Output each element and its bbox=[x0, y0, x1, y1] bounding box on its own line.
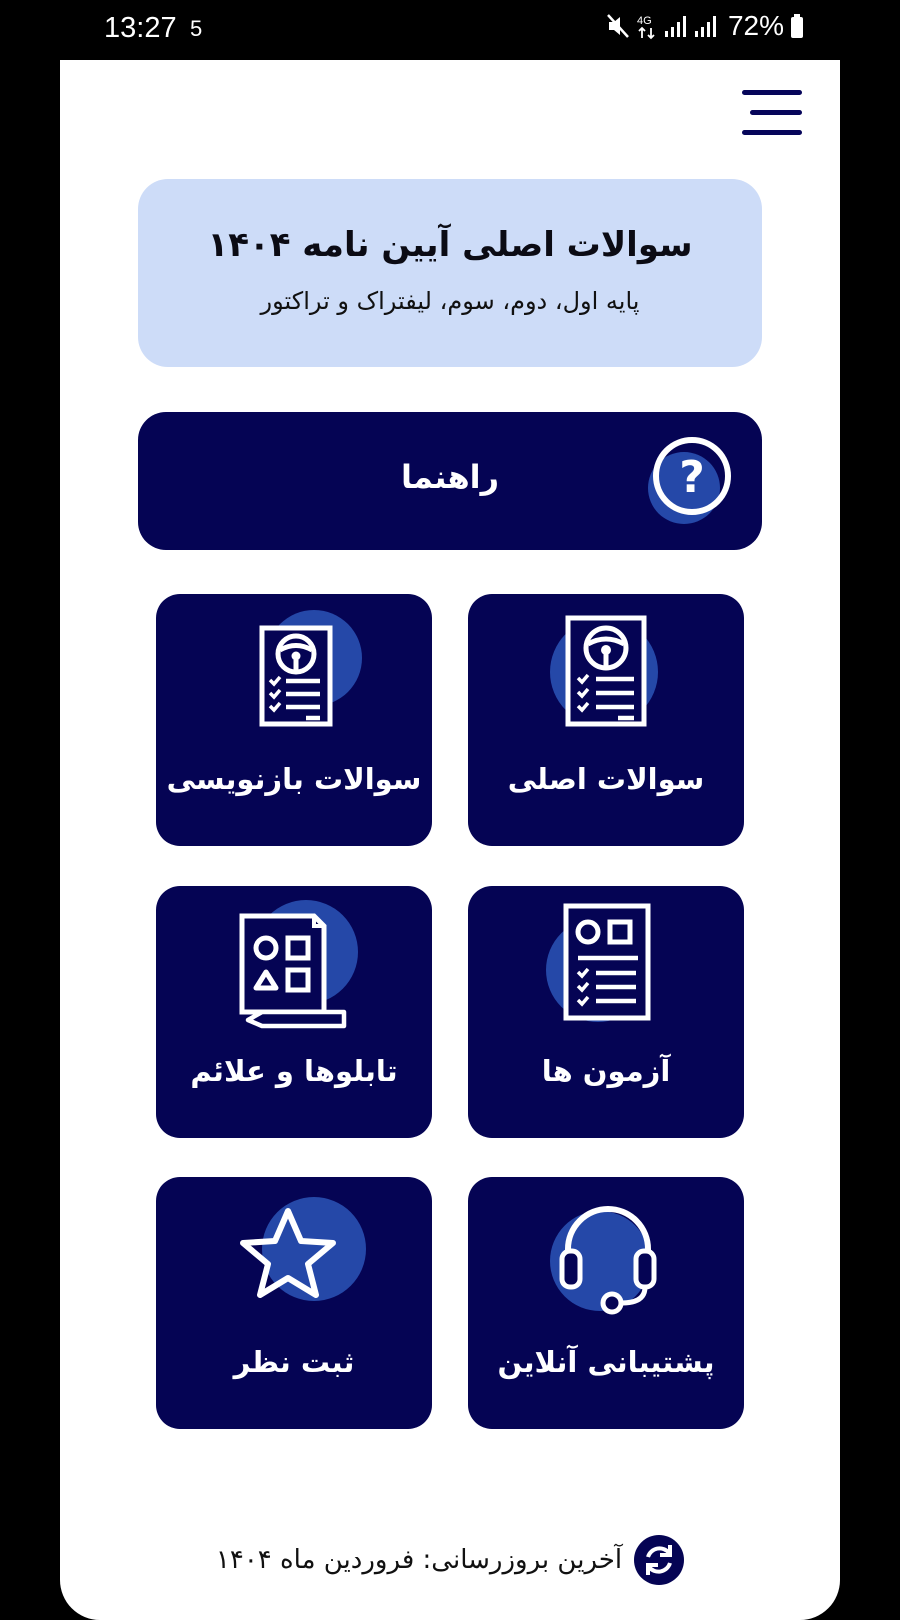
network-4g-icon: 4G bbox=[637, 15, 655, 40]
page-subtitle: پایه اول، دوم، سوم، لیفتراک و تراکتور bbox=[260, 287, 640, 315]
last-update-footer: آخرین بروزرسانی: فروردین ماه ۱۴۰۴ bbox=[60, 1530, 840, 1590]
tile-label: پشتیبانی آنلاین bbox=[497, 1345, 715, 1379]
tile-label: سوالات اصلی bbox=[507, 762, 705, 796]
page-title: سوالات اصلی آیین نامه ۱۴۰۴ bbox=[207, 225, 693, 265]
exam-sheet-wheel-icon bbox=[259, 610, 362, 727]
svg-text:?: ? bbox=[679, 452, 705, 503]
test-sheet-icon bbox=[546, 903, 651, 1022]
signal-icon-2 bbox=[694, 16, 716, 37]
menu-button[interactable] bbox=[742, 90, 802, 136]
mute-icon bbox=[607, 14, 629, 38]
menu-line bbox=[742, 130, 802, 135]
tile-rate-app[interactable]: ثبت نظر bbox=[156, 1177, 432, 1429]
headset-icon bbox=[550, 1206, 657, 1315]
signal-icon bbox=[664, 16, 686, 37]
tile-label: سوالات بازنویسی bbox=[166, 762, 422, 796]
tile-online-support[interactable]: پشتیبانی آنلاین bbox=[468, 1177, 744, 1429]
tile-label: تابلوها و علائم bbox=[190, 1054, 398, 1088]
help-icon: ? bbox=[648, 437, 731, 524]
signs-sheet-icon bbox=[239, 900, 358, 1029]
tile-tests[interactable]: آزمون ها bbox=[468, 886, 744, 1138]
battery-percent: 72% bbox=[727, 10, 784, 41]
app-screen: سوالات اصلی آیین نامه ۱۴۰۴ پایه اول، دوم… bbox=[60, 60, 840, 1620]
menu-line bbox=[742, 90, 802, 95]
status-indicators: 4G 72% bbox=[606, 10, 804, 42]
tile-signs[interactable]: تابلوها و علائم bbox=[156, 886, 432, 1138]
tile-label: ثبت نظر bbox=[233, 1345, 355, 1379]
notification-count: 5 bbox=[190, 16, 203, 41]
refresh-icon[interactable] bbox=[634, 1535, 685, 1585]
menu-line bbox=[750, 110, 802, 115]
last-update-text: آخرین بروزرسانی: فروردین ماه ۱۴۰۴ bbox=[215, 1545, 623, 1575]
tile-rewrite-questions[interactable]: سوالات بازنویسی bbox=[156, 594, 432, 846]
tile-label: آزمون ها bbox=[541, 1054, 671, 1088]
exam-sheet-wheel-icon bbox=[550, 615, 658, 727]
guide-button[interactable]: راهنما ? bbox=[138, 412, 762, 550]
battery-icon bbox=[791, 14, 803, 38]
tile-main-questions[interactable]: سوالات اصلی bbox=[468, 594, 744, 846]
status-bar: 13:27 5 4G 72% bbox=[0, 0, 900, 60]
star-icon bbox=[240, 1197, 366, 1301]
status-time: 13:27 bbox=[104, 12, 177, 44]
svg-text:4G: 4G bbox=[637, 15, 652, 27]
header-card: سوالات اصلی آیین نامه ۱۴۰۴ پایه اول، دوم… bbox=[138, 179, 762, 367]
